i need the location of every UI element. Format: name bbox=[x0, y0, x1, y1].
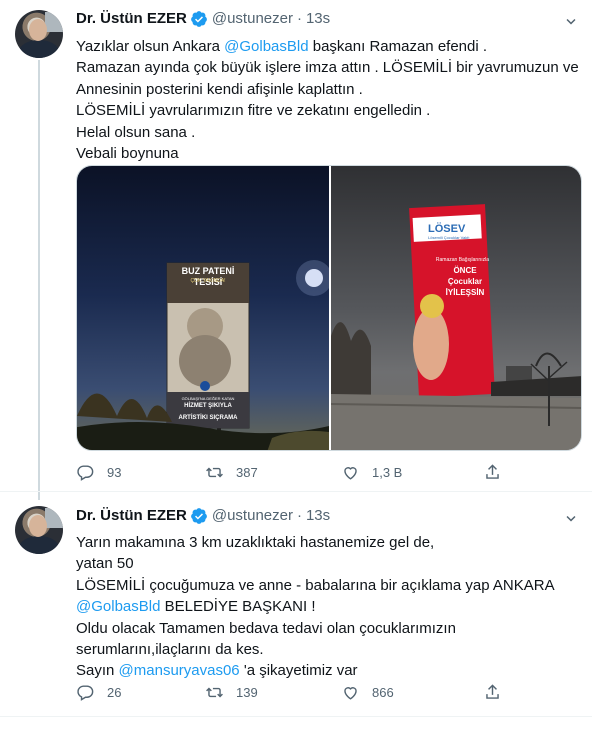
tweet-actions: 26 139 866 bbox=[76, 683, 576, 703]
billboard-caption-small: GÖLBAŞI'NA DEĞER KATAN bbox=[181, 396, 235, 401]
retweet-button[interactable]: 139 bbox=[205, 683, 258, 702]
media-photo-losev-billboard[interactable]: LÖSEV Lösemili Çocuklar Vakfı Ramazan Ba… bbox=[331, 166, 581, 450]
losev-line-2: ÖNCE bbox=[453, 266, 477, 275]
media-grid[interactable]: BUZ PATENİ TESİSİ ÇOK YAKINDA! GÖLBAŞI'N… bbox=[76, 165, 582, 451]
author-name[interactable]: Dr. Üstün EZER bbox=[76, 506, 187, 526]
reply-icon bbox=[77, 465, 94, 481]
tweet-timestamp[interactable]: 13s bbox=[306, 506, 330, 526]
separator-dot: · bbox=[296, 10, 302, 27]
avatar[interactable] bbox=[15, 10, 63, 58]
avatar[interactable] bbox=[15, 506, 63, 554]
retweet-icon bbox=[206, 687, 223, 698]
tweet[interactable]: Dr. Üstün EZER @ustunezer · 13s Yarın ma… bbox=[0, 492, 592, 717]
thread-connector-line bbox=[38, 60, 40, 500]
losev-logo: LÖSEV bbox=[428, 223, 466, 235]
billboard-subtitle: ÇOK YAKINDA! bbox=[190, 278, 226, 284]
like-button[interactable]: 1,3 B bbox=[341, 463, 402, 482]
billboard-caption-bottom: ARTİSTİKI SIÇRAMA bbox=[178, 415, 238, 421]
tweet-text-line: yatan 50 bbox=[76, 555, 134, 573]
tweet-header: Dr. Üstün EZER @ustunezer · 13s bbox=[76, 506, 330, 526]
tweet-text: Yazıklar olsun Ankara @GolbasBld başkanı… bbox=[76, 36, 579, 164]
mention-link[interactable]: @GolbasBld bbox=[224, 38, 308, 55]
like-count: 866 bbox=[372, 685, 394, 700]
tweet-actions: 93 387 1,3 B bbox=[76, 463, 576, 483]
reply-icon bbox=[77, 685, 94, 701]
share-button[interactable] bbox=[483, 683, 502, 702]
tweet-text-line: LÖSEMİLİ yavrularımızın fitre ve zekatın… bbox=[76, 102, 431, 120]
losev-line-3: Çocuklar bbox=[447, 277, 483, 286]
tweet[interactable]: Dr. Üstün EZER @ustunezer · 13s Yazıklar… bbox=[0, 0, 592, 500]
losev-line-4: İYİLEŞSİN bbox=[445, 288, 485, 297]
retweet-count: 387 bbox=[236, 465, 258, 480]
like-icon bbox=[344, 687, 357, 700]
author-name[interactable]: Dr. Üstün EZER bbox=[76, 9, 187, 29]
tweet-text-line: Annesinin posterini kendi afişinle kapla… bbox=[76, 80, 363, 98]
tweet-text-line: Helal olsun sana . bbox=[76, 123, 196, 141]
reply-count: 26 bbox=[107, 685, 122, 700]
tweet-timestamp[interactable]: 13s bbox=[306, 9, 330, 29]
losev-billboard-illustration bbox=[331, 204, 581, 450]
billboard-caption: HİZMET ŞIKIYLA bbox=[184, 403, 232, 409]
author-handle[interactable]: @ustunezer bbox=[212, 9, 293, 29]
retweet-count: 139 bbox=[236, 685, 258, 700]
verified-badge-icon bbox=[190, 508, 207, 524]
share-button[interactable] bbox=[483, 463, 502, 482]
reply-button[interactable]: 93 bbox=[76, 463, 121, 482]
reply-button[interactable]: 26 bbox=[76, 683, 121, 702]
like-count: 1,3 B bbox=[372, 465, 403, 480]
tweet-divider bbox=[0, 716, 592, 717]
mention-link[interactable]: @GolbasBld bbox=[76, 598, 160, 615]
tweet-text-line: Yazıklar olsun Ankara @GolbasBld başkanı… bbox=[76, 38, 488, 55]
share-icon bbox=[486, 684, 499, 699]
like-button[interactable]: 866 bbox=[341, 683, 394, 702]
more-options-icon[interactable] bbox=[562, 508, 580, 526]
verified-badge-icon bbox=[190, 11, 207, 27]
tweet-text-line: serumlarını,ilaçlarını da kes. bbox=[76, 641, 264, 659]
retweet-button[interactable]: 387 bbox=[205, 463, 258, 482]
tweet-text-line: Oldu olacak Tamamen bedava tedavi olan ç… bbox=[76, 619, 456, 637]
like-icon bbox=[344, 467, 357, 480]
tweet-text-line: Ramazan ayında çok büyük işlere imza att… bbox=[76, 59, 579, 77]
share-icon bbox=[486, 464, 499, 479]
tweet-text-line: LÖSEMİLİ çocuğumuza ve anne - babalarına… bbox=[76, 576, 555, 594]
tweet-text: Yarın makamına 3 km uzaklıktaki hastanem… bbox=[76, 532, 576, 682]
separator-dot: · bbox=[296, 507, 302, 524]
tweet-text-line: Sayın @mansuryavas06 'a şikayetimiz var bbox=[76, 662, 358, 680]
more-options-icon[interactable] bbox=[562, 11, 580, 29]
reply-count: 93 bbox=[107, 465, 122, 480]
retweet-icon bbox=[206, 467, 223, 478]
author-handle[interactable]: @ustunezer bbox=[212, 506, 293, 526]
losev-line-1: Ramazan Bağışlarınızla bbox=[435, 257, 489, 263]
losev-logo-subtitle: Lösemili Çocuklar Vakfı bbox=[428, 235, 470, 240]
media-photo-billboard-night[interactable]: BUZ PATENİ TESİSİ ÇOK YAKINDA! GÖLBAŞI'N… bbox=[77, 166, 329, 450]
tweet-text-line: Vebali boynuna bbox=[76, 145, 179, 163]
tweet-text-line: @GolbasBld BELEDİYE BAŞKANI ! bbox=[76, 598, 316, 616]
billboard-title: BUZ PATENİ TESİSİ bbox=[181, 266, 235, 287]
mention-link[interactable]: @mansuryavas06 bbox=[119, 662, 240, 679]
tweet-header: Dr. Üstün EZER @ustunezer · 13s bbox=[76, 9, 330, 29]
tweet-text-line: Yarın makamına 3 km uzaklıktaki hastanem… bbox=[76, 534, 435, 551]
